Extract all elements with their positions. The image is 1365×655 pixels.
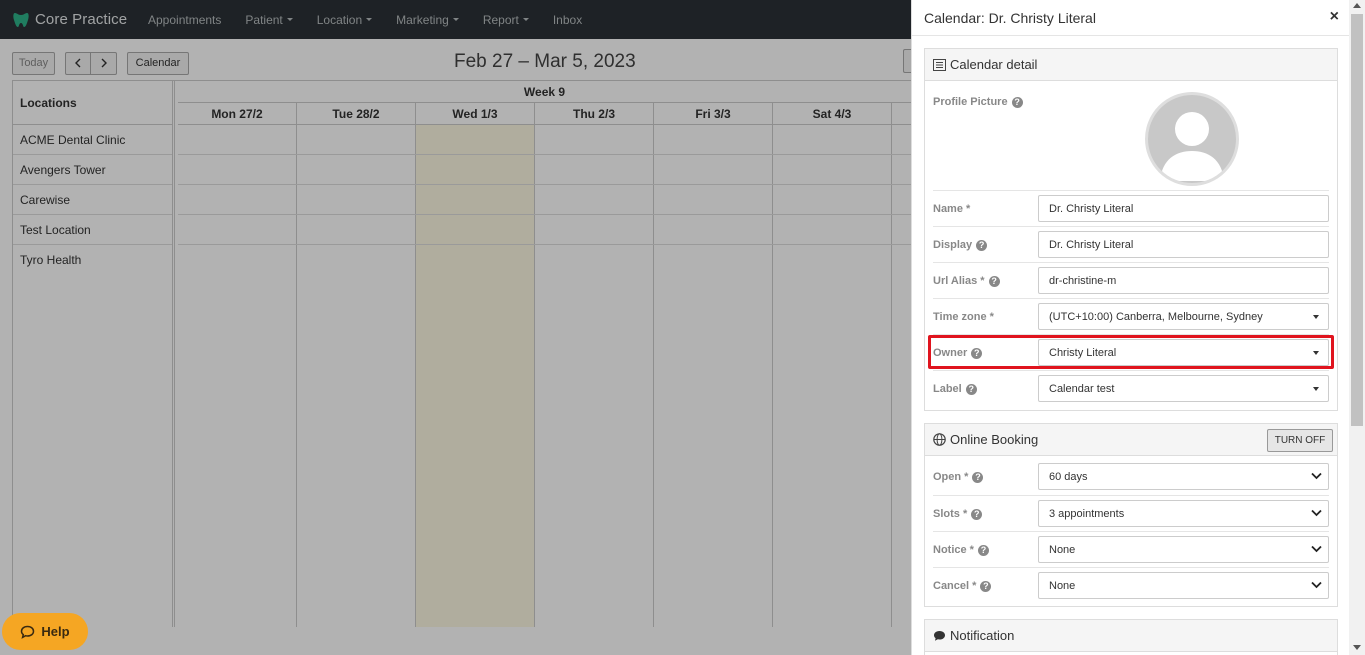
modal-backdrop[interactable]: [0, 0, 911, 655]
chevron-down-icon: [1311, 509, 1322, 517]
field-label: Label?: [933, 371, 977, 407]
field-label: Url Alias *?: [933, 263, 1000, 299]
section-title: Notification: [950, 628, 1015, 643]
help-circle-icon[interactable]: ?: [1011, 96, 1023, 108]
user-silhouette-icon: [1160, 112, 1224, 181]
open-row: Open *? 60 days: [933, 459, 1329, 495]
caret-down-icon: [1313, 387, 1319, 391]
field-label: Owner?: [933, 335, 983, 371]
slots-select[interactable]: 3 appointments: [1038, 500, 1329, 527]
open-select[interactable]: 60 days: [1038, 463, 1329, 490]
label-text: Display: [933, 239, 973, 251]
label-text: Slots *: [933, 508, 968, 520]
label-text: Notice *: [933, 544, 974, 556]
label-text: Time zone *: [933, 311, 994, 323]
label-text: Owner: [933, 347, 968, 359]
notice-row: Notice *? None: [933, 531, 1329, 567]
help-circle-icon[interactable]: ?: [980, 580, 992, 592]
turn-off-button[interactable]: TURN OFF: [1267, 429, 1333, 452]
page-scrollbar[interactable]: [1349, 0, 1365, 655]
chat-bubble-icon: [21, 625, 35, 639]
calendar-detail-section: Calendar detail Profile Picture? Name * …: [924, 48, 1338, 411]
select-value: 3 appointments: [1049, 507, 1125, 520]
help-label: Help: [41, 624, 70, 639]
help-circle-icon[interactable]: ?: [977, 544, 989, 556]
owner-row: Owner? Christy Literal: [928, 334, 1334, 371]
select-value: Calendar test: [1049, 382, 1115, 395]
field-label: Name *: [933, 191, 970, 227]
field-label: Notice *?: [933, 532, 989, 568]
label-text: Name *: [933, 203, 971, 215]
list-icon: [933, 58, 946, 71]
section-title: Calendar detail: [950, 57, 1038, 72]
close-icon[interactable]: ×: [1330, 8, 1339, 26]
panel-header: Calendar: Dr. Christy Literal ×: [912, 0, 1349, 36]
field-label: Time zone *: [933, 299, 994, 335]
chevron-down-icon: [1311, 472, 1322, 480]
label-text: Cancel *: [933, 580, 977, 592]
cancel-select[interactable]: None: [1038, 572, 1329, 599]
label-row: Label? Calendar test: [933, 370, 1329, 406]
panel-title: Calendar: Dr. Christy Literal: [924, 9, 1096, 26]
section-header: Calendar detail: [925, 49, 1337, 81]
help-circle-icon[interactable]: ?: [971, 347, 983, 359]
select-value: None: [1049, 579, 1076, 592]
help-circle-icon[interactable]: ?: [972, 471, 984, 483]
name-input[interactable]: Dr. Christy Literal: [1038, 195, 1329, 222]
owner-select[interactable]: Christy Literal: [1038, 339, 1329, 366]
calendar-detail-panel: Calendar: Dr. Christy Literal × Calendar…: [911, 0, 1349, 655]
chevron-down-icon: [1311, 581, 1322, 589]
scroll-thumb[interactable]: [1351, 14, 1363, 426]
comment-icon: [934, 630, 945, 641]
url-alias-input[interactable]: dr-christine-m: [1038, 267, 1329, 294]
help-circle-icon[interactable]: ?: [988, 275, 1000, 287]
slots-row: Slots *? 3 appointments: [933, 495, 1329, 531]
section-title: Online Booking: [950, 432, 1039, 447]
select-value: (UTC+10:00) Canberra, Melbourne, Sydney: [1049, 310, 1263, 323]
profile-picture[interactable]: [1145, 92, 1239, 186]
notification-section: Notification: [924, 619, 1338, 655]
display-input[interactable]: Dr. Christy Literal: [1038, 231, 1329, 258]
timezone-select[interactable]: (UTC+10:00) Canberra, Melbourne, Sydney: [1038, 303, 1329, 330]
caret-down-icon: [1313, 315, 1319, 319]
scroll-up-arrow-icon[interactable]: [1353, 3, 1361, 8]
help-circle-icon[interactable]: ?: [971, 508, 983, 520]
scroll-down-arrow-icon[interactable]: [1353, 645, 1361, 650]
select-value: Christy Literal: [1049, 346, 1117, 359]
caret-down-icon: [1313, 351, 1319, 355]
help-button[interactable]: Help: [2, 613, 88, 650]
help-circle-icon[interactable]: ?: [976, 239, 988, 251]
field-label: Cancel *?: [933, 568, 992, 604]
section-header: Notification: [925, 620, 1337, 652]
field-label: Profile Picture?: [933, 96, 1023, 108]
timezone-row: Time zone * (UTC+10:00) Canberra, Melbou…: [933, 298, 1329, 334]
label-text: Open *: [933, 471, 969, 483]
globe-icon: [933, 433, 946, 446]
field-label: Open *?: [933, 459, 984, 495]
chevron-down-icon: [1311, 545, 1322, 553]
label-text: Label: [933, 383, 962, 395]
select-value: 60 days: [1049, 470, 1088, 483]
label-select[interactable]: Calendar test: [1038, 375, 1329, 402]
field-label: Slots *?: [933, 496, 983, 532]
cancel-row: Cancel *? None: [933, 567, 1329, 603]
display-row: Display? Dr. Christy Literal: [933, 226, 1329, 262]
profile-picture-row: Profile Picture?: [933, 82, 1329, 190]
section-header: Online Booking TURN OFF: [925, 424, 1337, 456]
help-circle-icon[interactable]: ?: [965, 383, 977, 395]
name-row: Name * Dr. Christy Literal: [933, 190, 1329, 226]
field-label: Display?: [933, 227, 988, 263]
label-text: Profile Picture: [933, 96, 1008, 108]
label-text: Url Alias *: [933, 275, 985, 287]
online-booking-section: Online Booking TURN OFF Open *? 60 days …: [924, 423, 1338, 607]
select-value: None: [1049, 543, 1076, 556]
url-alias-row: Url Alias *? dr-christine-m: [933, 262, 1329, 298]
notice-select[interactable]: None: [1038, 536, 1329, 563]
